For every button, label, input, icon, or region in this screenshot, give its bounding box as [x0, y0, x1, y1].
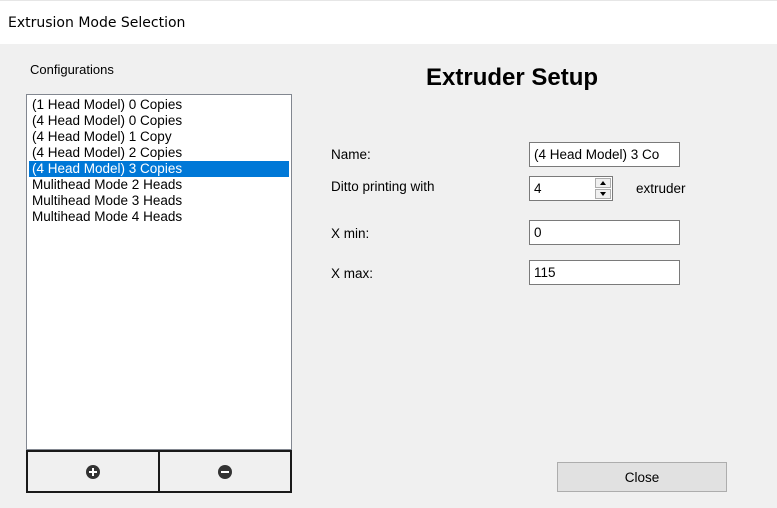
- triangle-up-icon: [600, 181, 606, 185]
- x-min-field[interactable]: 0: [529, 220, 680, 245]
- list-button-row: [26, 450, 292, 493]
- extruder-suffix-label: extruder: [636, 181, 686, 196]
- name-field[interactable]: (4 Head Model) 3 Co: [529, 142, 680, 167]
- window-title: Extrusion Mode Selection: [8, 15, 186, 31]
- list-item[interactable]: (4 Head Model) 0 Copies: [29, 113, 289, 129]
- x-min-label: X min:: [331, 226, 370, 241]
- close-button[interactable]: Close: [557, 462, 727, 492]
- remove-configuration-button[interactable]: [158, 450, 292, 493]
- list-item[interactable]: (4 Head Model) 2 Copies: [29, 145, 289, 161]
- stepper-up-button[interactable]: [595, 178, 611, 188]
- triangle-down-icon: [600, 192, 606, 196]
- minus-circle-icon: [218, 464, 232, 479]
- ditto-extruder-value: 4: [534, 181, 542, 196]
- list-item[interactable]: (4 Head Model) 1 Copy: [29, 129, 289, 145]
- name-label: Name:: [331, 147, 371, 162]
- list-item[interactable]: Multihead Mode 3 Heads: [29, 193, 289, 209]
- plus-circle-icon: [86, 464, 100, 479]
- list-item[interactable]: Mulithead Mode 2 Heads: [29, 177, 289, 193]
- configurations-list[interactable]: (1 Head Model) 0 Copies (4 Head Model) 0…: [26, 94, 292, 450]
- x-max-label: X max:: [331, 266, 374, 281]
- stepper-down-button[interactable]: [595, 189, 611, 199]
- dialog-body: Configurations (1 Head Model) 0 Copies (…: [0, 44, 777, 508]
- title-bar[interactable]: Extrusion Mode Selection: [0, 0, 777, 44]
- configurations-label: Configurations: [30, 62, 114, 77]
- extruder-setup-title: Extruder Setup: [426, 64, 599, 91]
- extrusion-mode-window: Extrusion Mode Selection Configurations …: [0, 0, 777, 508]
- ditto-extruder-stepper[interactable]: 4: [529, 176, 613, 201]
- list-item[interactable]: (1 Head Model) 0 Copies: [29, 97, 289, 113]
- x-max-field[interactable]: 115: [529, 260, 680, 285]
- ditto-printing-label: Ditto printing with: [331, 179, 435, 194]
- stepper-buttons: [595, 178, 611, 199]
- list-item-selected[interactable]: (4 Head Model) 3 Copies: [29, 161, 289, 177]
- add-configuration-button[interactable]: [26, 450, 160, 493]
- list-item[interactable]: Multihead Mode 4 Heads: [29, 209, 289, 225]
